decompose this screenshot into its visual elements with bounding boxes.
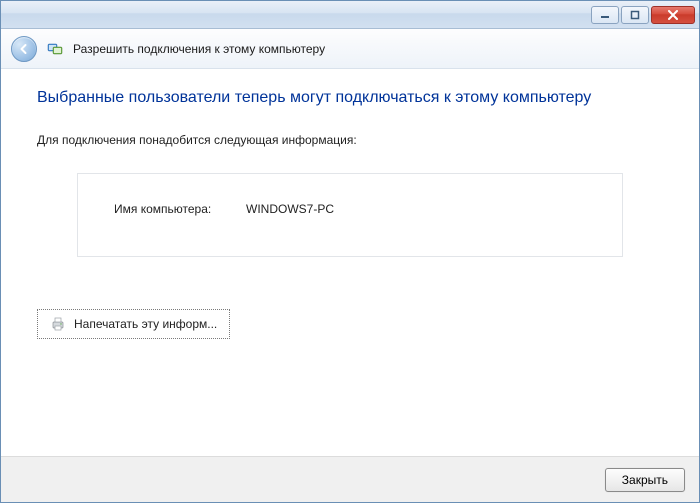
minimize-icon (600, 10, 610, 20)
connection-info-box: Имя компьютера: WINDOWS7-PC (77, 173, 623, 257)
computer-name-row: Имя компьютера: WINDOWS7-PC (114, 202, 586, 216)
maximize-icon (630, 10, 640, 20)
content-area: Выбранные пользователи теперь могут подк… (1, 69, 699, 456)
computer-name-label: Имя компьютера: (114, 202, 226, 216)
back-button[interactable] (11, 36, 37, 62)
print-button-label: Напечатать эту информ... (74, 317, 217, 331)
maximize-button[interactable] (621, 6, 649, 24)
printer-icon (50, 316, 66, 332)
page-heading: Выбранные пользователи теперь могут подк… (37, 89, 663, 107)
close-button[interactable]: Закрыть (605, 468, 685, 492)
computer-name-value: WINDOWS7-PC (246, 202, 334, 216)
remote-connection-icon (47, 41, 63, 57)
window-title: Разрешить подключения к этому компьютеру (73, 42, 325, 56)
window-close-button[interactable] (651, 6, 695, 24)
footer-bar: Закрыть (1, 456, 699, 502)
header-bar: Разрешить подключения к этому компьютеру (1, 29, 699, 69)
dialog-window: Разрешить подключения к этому компьютеру… (0, 0, 700, 503)
titlebar (1, 1, 699, 29)
close-icon (667, 10, 679, 20)
instruction-text: Для подключения понадобится следующая ин… (37, 133, 663, 147)
print-button[interactable]: Напечатать эту информ... (37, 309, 230, 339)
back-arrow-icon (17, 42, 31, 56)
minimize-button[interactable] (591, 6, 619, 24)
